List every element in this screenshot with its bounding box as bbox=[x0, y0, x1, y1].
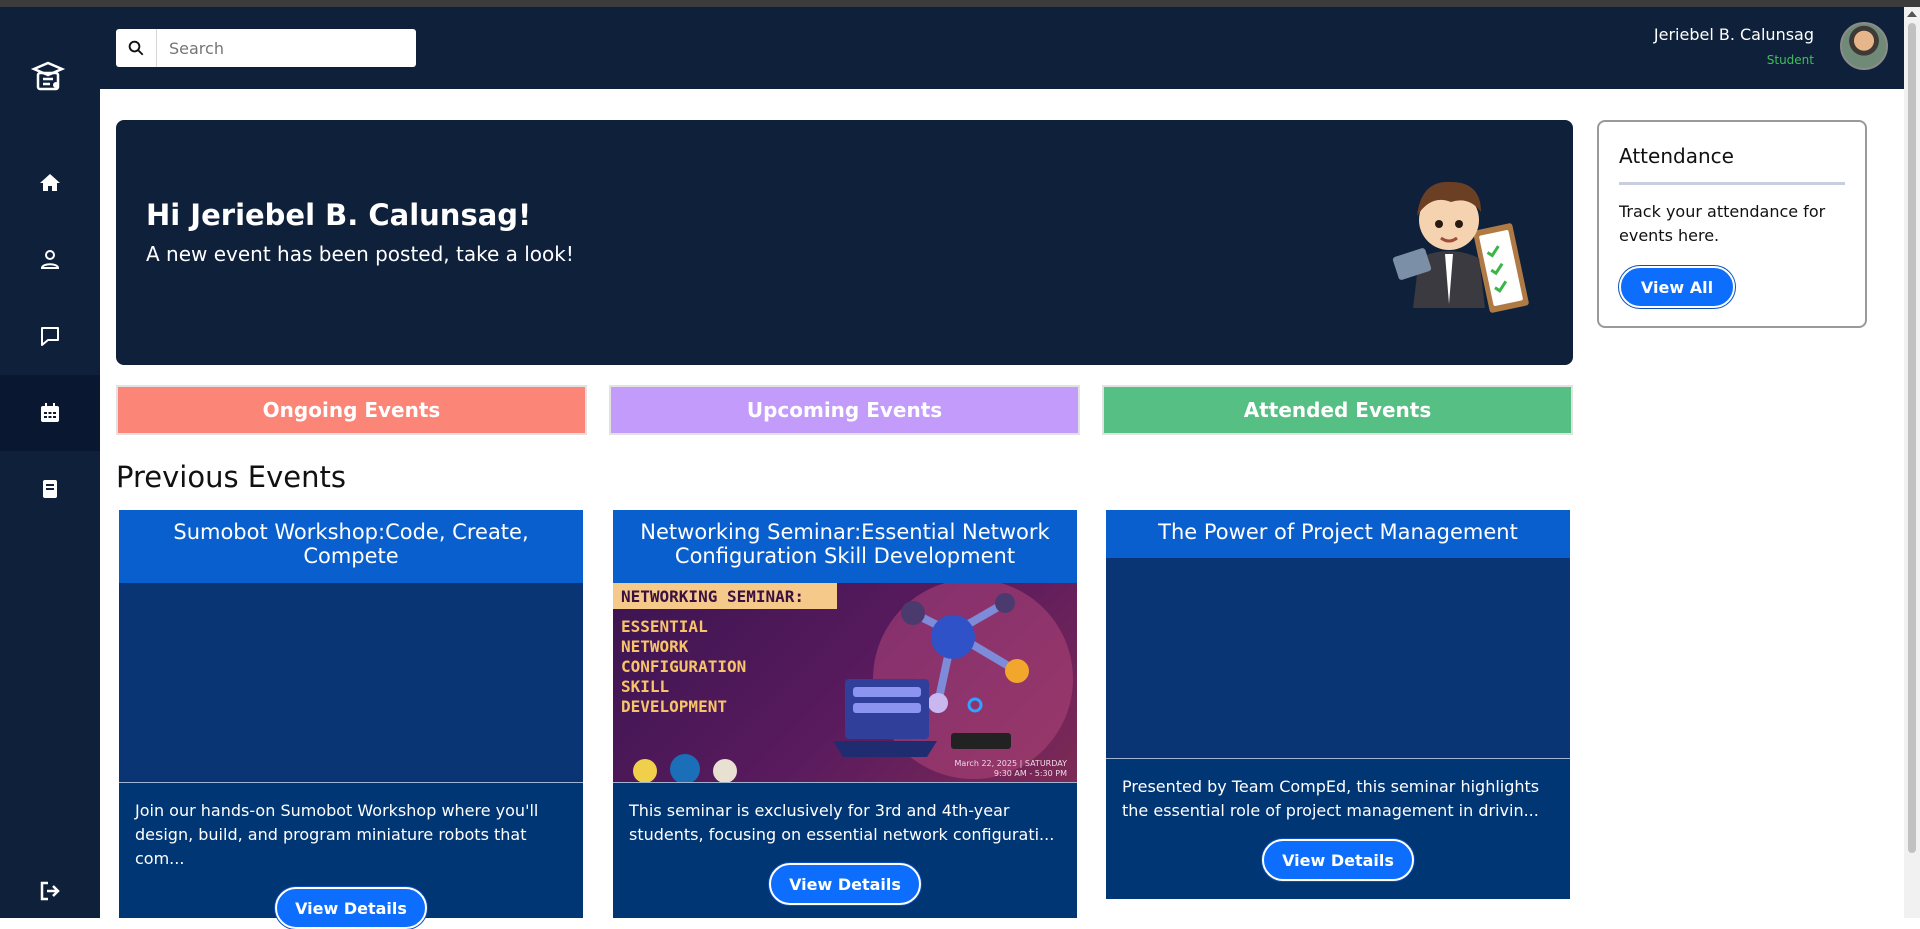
section-title: Previous Events bbox=[116, 460, 346, 494]
sidebar-item-events[interactable] bbox=[0, 375, 100, 451]
poster-line: DEVELOPMENT bbox=[621, 697, 727, 716]
attendance-description: Track your attendance for events here. bbox=[1619, 202, 1826, 245]
attendance-card: Attendance Track your attendance for eve… bbox=[1597, 120, 1867, 328]
event-card-description: This seminar is exclusively for 3rd and … bbox=[629, 801, 1055, 844]
welcome-banner: Hi Jeriebel B. Calunsag! A new event has… bbox=[116, 120, 1573, 365]
event-card-title[interactable]: The Power of Project Management bbox=[1106, 510, 1570, 558]
poster-lines: ESSENTIAL NETWORK CONFIGURATION SKILL DE… bbox=[621, 617, 746, 717]
event-card-title[interactable]: Networking Seminar:Essential Network Con… bbox=[613, 510, 1077, 583]
sidebar-item-records[interactable] bbox=[0, 451, 100, 527]
sidebar-item-home[interactable] bbox=[0, 145, 100, 221]
poster-time-line: 9:30 AM - 5:30 PM bbox=[993, 769, 1067, 778]
book-icon bbox=[43, 480, 57, 498]
poster-line: SKILL bbox=[621, 677, 670, 696]
tab-attended-events[interactable]: Attended Events bbox=[1102, 385, 1573, 435]
logout-icon bbox=[40, 881, 60, 901]
calendar-icon bbox=[41, 403, 59, 422]
event-card: Networking Seminar:Essential Network Con… bbox=[613, 510, 1077, 918]
chat-icon bbox=[41, 327, 59, 346]
attendance-divider bbox=[1619, 182, 1845, 185]
event-card-title[interactable]: Sumobot Workshop:Code, Create, Compete bbox=[119, 510, 583, 583]
welcome-title: Hi Jeriebel B. Calunsag! bbox=[146, 198, 532, 232]
sidebar-item-profile[interactable] bbox=[0, 221, 100, 297]
user-icon bbox=[40, 250, 60, 269]
event-card: The Power of Project Management Presente… bbox=[1106, 510, 1570, 899]
poster-date: March 22, 2025 | SATURDAY 9:30 AM - 5:30… bbox=[955, 759, 1067, 779]
sidebar-item-messages[interactable] bbox=[0, 298, 100, 374]
poster-date-line: March 22, 2025 | SATURDAY bbox=[954, 759, 1067, 768]
welcome-subtitle: A new event has been posted, take a look… bbox=[146, 242, 574, 266]
view-all-button[interactable]: View All bbox=[1619, 266, 1735, 308]
search-input[interactable] bbox=[157, 30, 411, 66]
app-logo-icon[interactable] bbox=[30, 59, 66, 95]
attendance-title: Attendance bbox=[1619, 144, 1734, 168]
event-card-description: Join our hands-on Sumobot Workshop where… bbox=[135, 801, 539, 868]
top-header: Jeriebel B. Calunsag Student bbox=[100, 7, 1904, 89]
search-bar bbox=[116, 29, 416, 67]
sidebar bbox=[0, 7, 100, 918]
poster-heading: NETWORKING SEMINAR: bbox=[613, 583, 837, 609]
student-clipboard-illustration bbox=[1392, 181, 1529, 313]
event-card-image[interactable] bbox=[1106, 558, 1570, 759]
tab-upcoming-events[interactable]: Upcoming Events bbox=[609, 385, 1080, 435]
scrollbar-thumb[interactable] bbox=[1908, 23, 1916, 853]
view-details-button[interactable]: View Details bbox=[1262, 839, 1414, 881]
networking-seminar-poster: NETWORKING SEMINAR: ESSENTIAL NETWORK CO… bbox=[613, 583, 1077, 782]
view-details-button[interactable]: View Details bbox=[275, 887, 427, 929]
poster-line: CONFIGURATION bbox=[621, 657, 747, 676]
browser-top-edge bbox=[0, 0, 1920, 7]
poster-line: NETWORK bbox=[621, 637, 689, 656]
scroll-up-arrow-icon[interactable] bbox=[1907, 11, 1917, 17]
event-card-description: Presented by Team CompEd, this seminar h… bbox=[1122, 777, 1540, 820]
avatar[interactable] bbox=[1840, 22, 1888, 70]
home-icon bbox=[40, 174, 60, 191]
search-button[interactable] bbox=[116, 29, 157, 67]
user-role: Student bbox=[1766, 53, 1814, 67]
event-card-image[interactable]: NETWORKING SEMINAR: ESSENTIAL NETWORK CO… bbox=[613, 583, 1077, 783]
event-card-image[interactable] bbox=[119, 583, 583, 783]
user-name: Jeriebel B. Calunsag bbox=[1653, 25, 1814, 44]
tab-ongoing-events[interactable]: Ongoing Events bbox=[116, 385, 587, 435]
view-details-button[interactable]: View Details bbox=[769, 863, 921, 905]
page-scrollbar[interactable] bbox=[1904, 7, 1920, 918]
poster-line: ESSENTIAL bbox=[621, 617, 708, 636]
search-icon bbox=[128, 40, 144, 56]
event-card: Sumobot Workshop:Code, Create, Compete J… bbox=[119, 510, 583, 929]
